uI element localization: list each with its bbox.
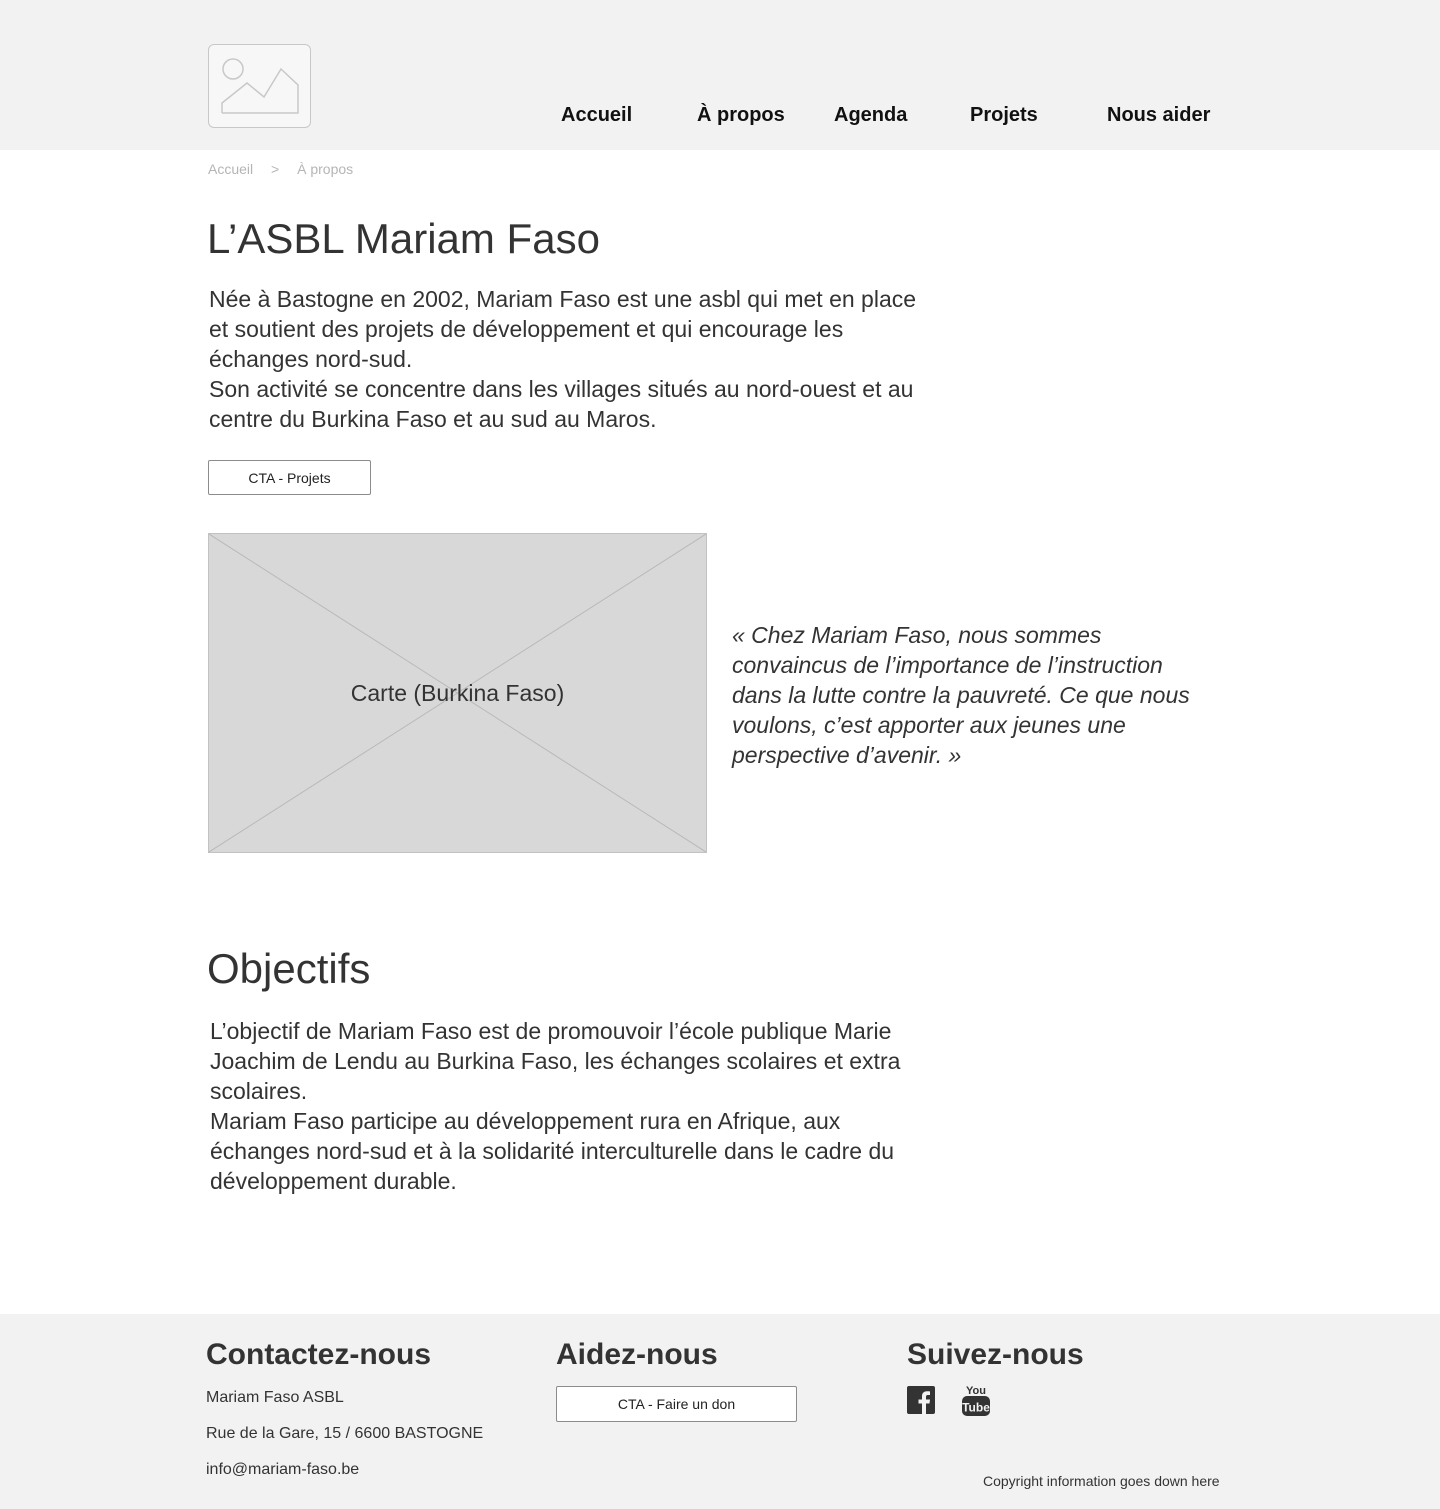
contact-email[interactable]: info@mariam-faso.be xyxy=(206,1461,359,1479)
nav-item-a-propos[interactable]: À propos xyxy=(697,104,785,127)
breadcrumb-item-accueil[interactable]: Accueil xyxy=(208,161,253,177)
paragraph-line: et soutient des projets de développement… xyxy=(209,316,844,342)
paragraph-line: échanges nord-sud et à la solidarité int… xyxy=(210,1138,895,1164)
svg-text:Tube: Tube xyxy=(962,1401,990,1415)
facebook-icon[interactable] xyxy=(907,1386,935,1414)
paragraph-line: Mariam Faso participe au développement r… xyxy=(210,1108,841,1134)
paragraph-line: L’objectif de Mariam Faso est de promouv… xyxy=(210,1018,892,1044)
objectives-title: Objectifs xyxy=(207,945,371,992)
quote-line: dans la lutte contre la pauvreté. Ce que… xyxy=(732,682,1190,708)
paragraph-line: scolaires. xyxy=(210,1078,308,1104)
cta-donate-button[interactable]: CTA - Faire un don xyxy=(556,1386,797,1422)
page-title: L’ASBL Mariam Faso xyxy=(207,215,600,262)
quote: « Chez Mariam Faso, nous sommes convainc… xyxy=(732,620,1222,770)
nav-item-projets[interactable]: Projets xyxy=(970,104,1038,127)
logo-placeholder[interactable] xyxy=(208,44,311,128)
help-title: Aidez-nous xyxy=(556,1338,718,1371)
quote-line: convaincus de l’importance de l’instruct… xyxy=(732,652,1163,678)
about-paragraph: Née à Bastogne en 2002, Mariam Faso est … xyxy=(209,284,969,434)
paragraph-line: échanges nord-sud. xyxy=(209,346,413,372)
paragraph-line: Joachim de Lendu au Burkina Faso, les éc… xyxy=(210,1048,901,1074)
paragraph-line: Son activité se concentre dans les villa… xyxy=(209,376,914,402)
quote-line: voulons, c’est apporter aux jeunes une xyxy=(732,712,1126,738)
follow-title: Suivez-nous xyxy=(907,1338,1084,1371)
map-label: Carte (Burkina Faso) xyxy=(350,679,565,706)
contact-name: Mariam Faso ASBL xyxy=(206,1389,344,1406)
breadcrumb: Accueil > À propos xyxy=(208,161,353,177)
objectives-paragraph: L’objectif de Mariam Faso est de promouv… xyxy=(210,1016,970,1196)
nav-item-agenda[interactable]: Agenda xyxy=(834,104,907,127)
cta-projets-button[interactable]: CTA - Projets xyxy=(208,460,371,495)
paragraph-line: centre du Burkina Faso et au sud au Maro… xyxy=(209,406,657,432)
youtube-icon[interactable]: You Tube xyxy=(962,1383,990,1417)
paragraph-line: Née à Bastogne en 2002, Mariam Faso est … xyxy=(209,286,917,312)
breadcrumb-item-current: À propos xyxy=(297,161,354,177)
contact-title: Contactez-nous xyxy=(206,1338,431,1371)
paragraph-line: développement durable. xyxy=(210,1168,457,1194)
contact-address: Rue de la Gare, 15 / 6600 BASTOGNE xyxy=(206,1425,484,1442)
breadcrumb-separator: > xyxy=(271,161,280,177)
copyright-text: Copyright information goes down here xyxy=(983,1473,1220,1489)
quote-line: perspective d’avenir. » xyxy=(732,742,962,768)
nav-item-nous-aider[interactable]: Nous aider xyxy=(1107,104,1210,127)
svg-text:You: You xyxy=(966,1385,986,1397)
nav-item-accueil[interactable]: Accueil xyxy=(561,104,632,127)
map-placeholder: Carte (Burkina Faso) xyxy=(208,533,707,853)
image-placeholder-icon xyxy=(221,58,299,114)
quote-line: « Chez Mariam Faso, nous sommes xyxy=(732,622,1102,648)
